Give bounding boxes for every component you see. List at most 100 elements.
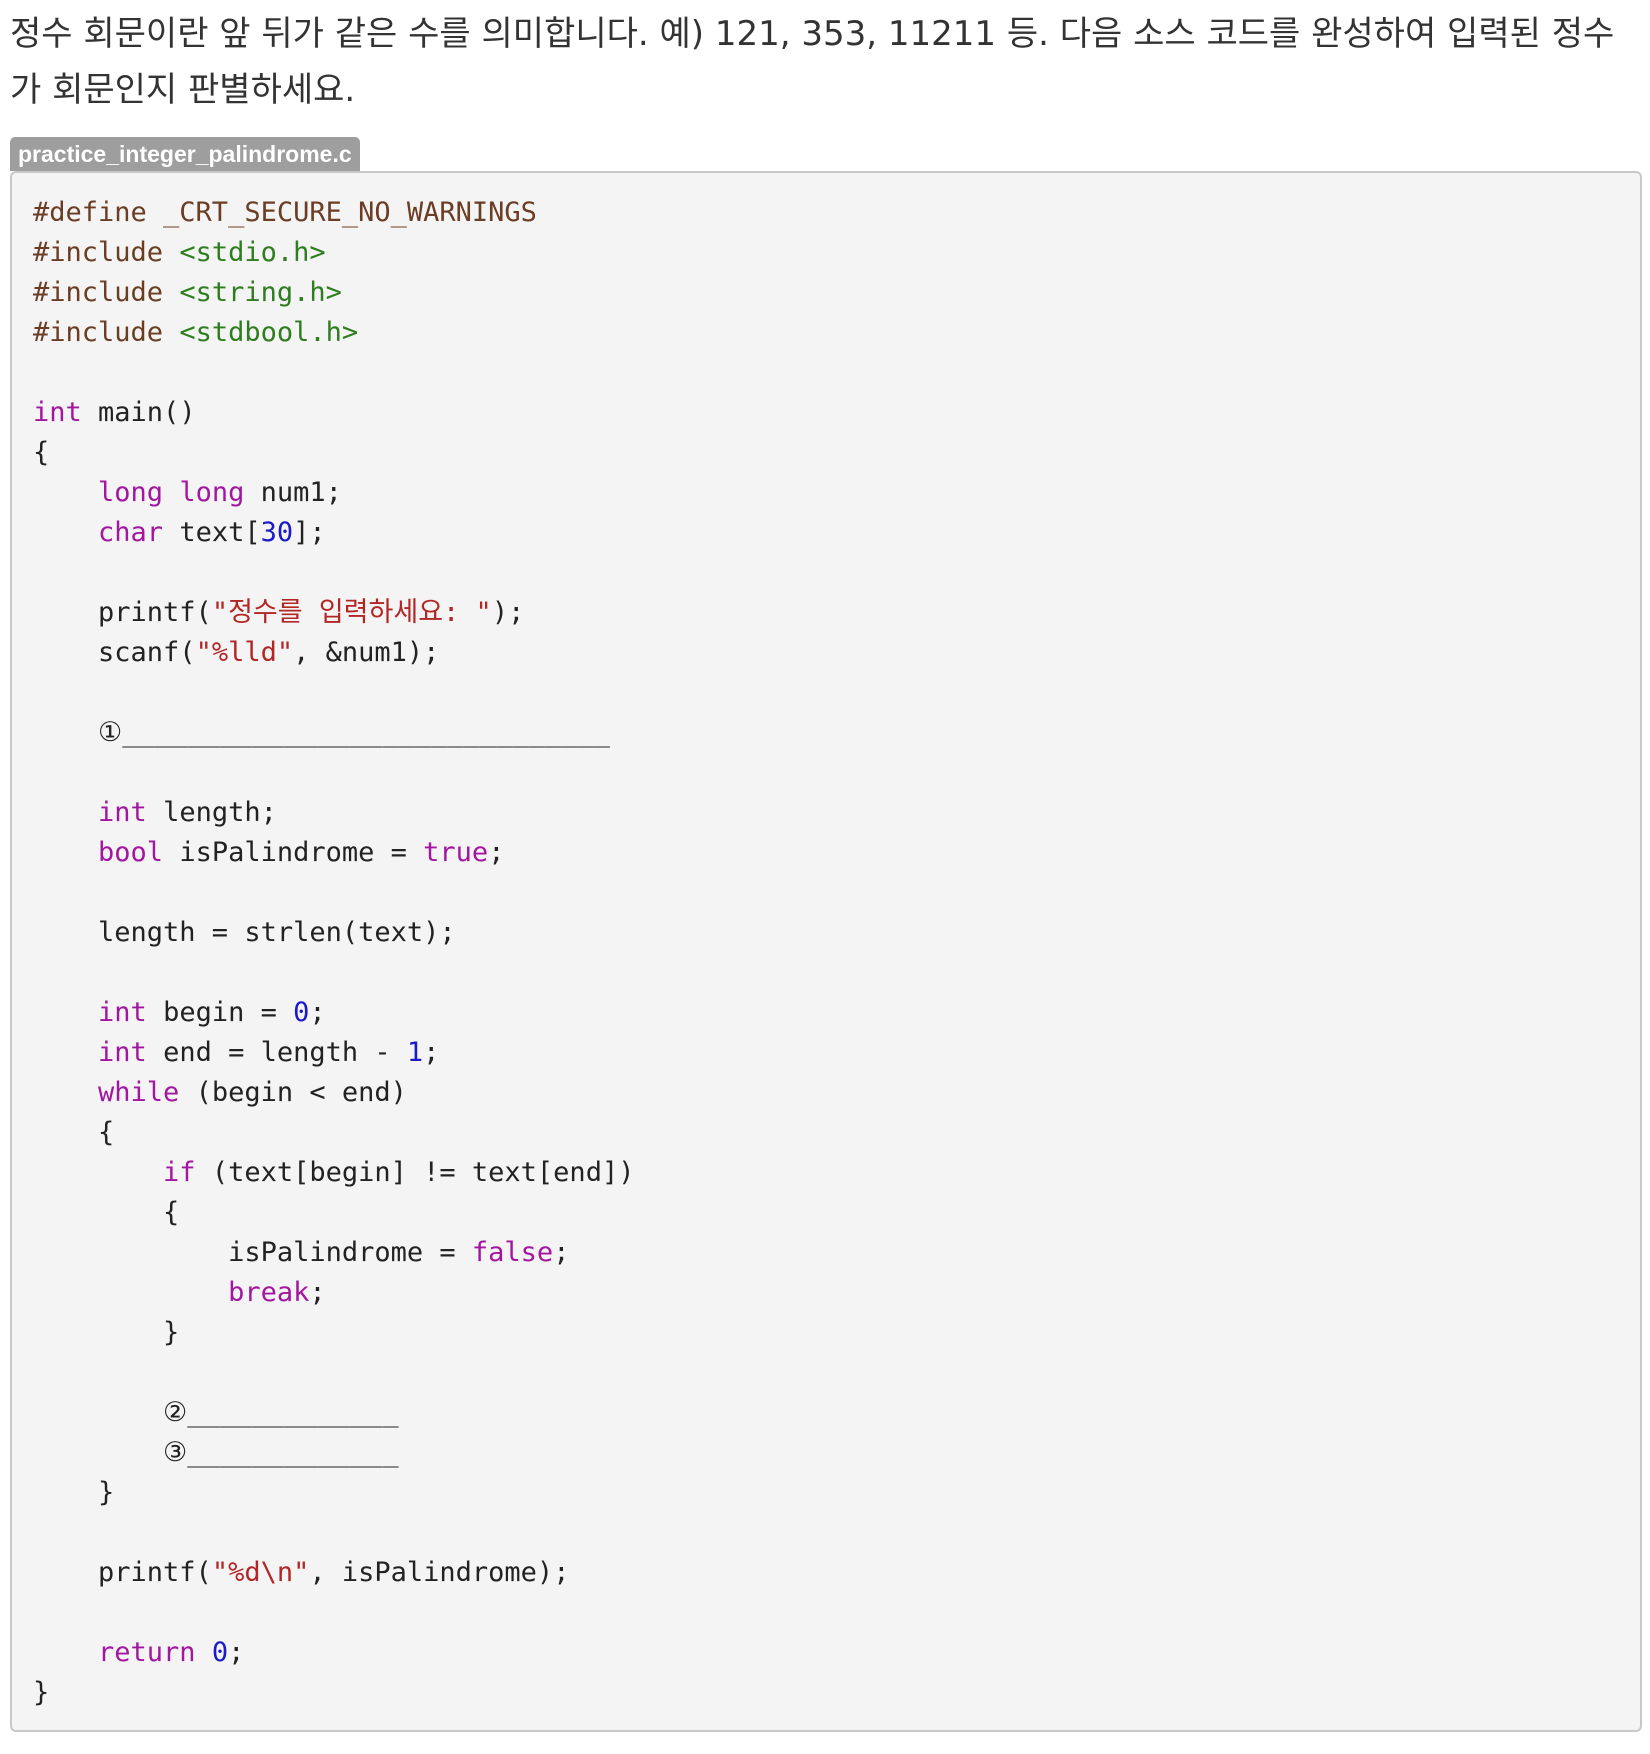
code-filename-tab: practice_integer_palindrome.c: [10, 137, 360, 171]
code-token: main(): [81, 397, 196, 428]
code-token: ;: [309, 997, 326, 1028]
code-line: int main(): [33, 393, 634, 433]
code-token: <stdbool.h>: [179, 317, 359, 348]
code-line: if (text[begin] != text[end]): [33, 1153, 634, 1193]
code-line: return 0;: [33, 1633, 634, 1673]
code-token: length = strlen(text);: [33, 917, 456, 948]
code-line: int length;: [33, 793, 634, 833]
code-token: (text[begin] != text[end]): [195, 1157, 635, 1188]
code-token: int: [98, 1037, 147, 1068]
question-text: 정수 회문이란 앞 뒤가 같은 수를 의미합니다. 예) 121, 353, 1…: [10, 14, 1615, 110]
code-token: "%d\n": [211, 1557, 310, 1588]
code-token: begin =: [146, 997, 294, 1028]
code-token: isPalindrome =: [163, 837, 424, 868]
code-token: scanf(: [33, 637, 196, 668]
code-token: length;: [146, 797, 277, 828]
code-token: long: [98, 477, 164, 508]
code-line: char text[30];: [33, 513, 634, 553]
code-line: while (begin < end): [33, 1073, 634, 1113]
code-token: ;: [488, 837, 505, 868]
code-token: while: [98, 1077, 180, 1108]
code-token: ;: [423, 1037, 440, 1068]
code-token: int: [98, 997, 147, 1028]
code-token: printf(: [33, 597, 212, 628]
code-token: bool: [98, 837, 164, 868]
code-line: {: [33, 433, 634, 473]
fill-in-blank: ②_____________: [33, 1397, 399, 1428]
code-line: #include <stdbool.h>: [33, 313, 634, 353]
code-line: #include <string.h>: [33, 273, 634, 313]
code-token: "%lld": [195, 637, 294, 668]
code-line: ②_____________: [33, 1393, 634, 1433]
code-token: text[: [163, 517, 261, 548]
fill-in-blank: ①______________________________: [33, 717, 610, 748]
page: 정수 회문이란 앞 뒤가 같은 수를 의미합니다. 예) 121, 353, 1…: [0, 0, 1650, 1754]
code-token: num1;: [244, 477, 342, 508]
code-token: end = length -: [146, 1037, 407, 1068]
code-token: ;: [228, 1637, 245, 1668]
code-token: }: [33, 1317, 180, 1348]
code-token: <stdio.h>: [179, 237, 326, 268]
code-line: }: [33, 1313, 634, 1353]
code-token: int: [98, 797, 147, 828]
code-line: int end = length - 1;: [33, 1033, 634, 1073]
code-token: printf(: [33, 1557, 212, 1588]
code-token: break: [228, 1277, 310, 1308]
code-line: {: [33, 1113, 634, 1153]
code-line: printf("%d\n", isPalindrome);: [33, 1553, 634, 1593]
code-token: {: [33, 1117, 115, 1148]
code-token: "정수를 입력하세요: ": [211, 597, 492, 628]
code-token: ];: [293, 517, 326, 548]
code-line: int begin = 0;: [33, 993, 634, 1033]
code-token: #include: [33, 277, 180, 308]
code-token: false: [471, 1237, 554, 1268]
code-line: ③_____________: [33, 1433, 634, 1473]
code-line: #define _CRT_SECURE_NO_WARNINGS: [33, 193, 634, 233]
code-block: #define _CRT_SECURE_NO_WARNINGS #include …: [10, 171, 1642, 1732]
code-line: length = strlen(text);: [33, 913, 634, 953]
code-token: int: [33, 397, 82, 428]
code-token: true: [423, 837, 489, 868]
code-token: , isPalindrome);: [309, 1557, 570, 1588]
code-token: char: [98, 517, 164, 548]
code-token: }: [33, 1477, 115, 1508]
code-token: {: [33, 1197, 180, 1228]
code-token: #include: [33, 317, 180, 348]
code-token: long: [179, 477, 245, 508]
code-token: isPalindrome =: [33, 1237, 472, 1268]
code-line: #include <stdio.h>: [33, 233, 634, 273]
code-line: ①______________________________: [33, 713, 634, 753]
code-token: #define _CRT_SECURE_NO_WARNINGS: [33, 197, 537, 228]
code-line: }: [33, 1473, 634, 1513]
code-line: bool isPalindrome = true;: [33, 833, 634, 873]
code-line: {: [33, 1193, 634, 1233]
code-token: {: [33, 437, 50, 468]
code-token: (begin < end): [179, 1077, 407, 1108]
code-token: #include: [33, 237, 180, 268]
code-token: 1: [406, 1037, 424, 1068]
code-line: }: [33, 1673, 634, 1713]
code-line: isPalindrome = false;: [33, 1233, 634, 1273]
code-line: break;: [33, 1273, 634, 1313]
source-code: #define _CRT_SECURE_NO_WARNINGS #include …: [33, 193, 634, 1713]
code-token: 30: [260, 517, 294, 548]
